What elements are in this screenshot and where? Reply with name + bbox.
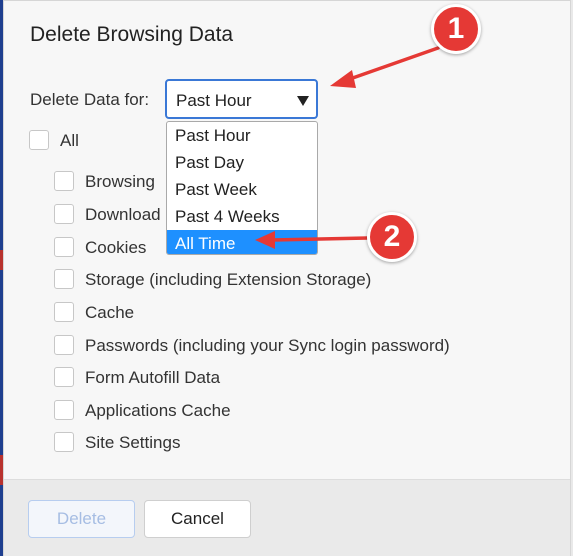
browsing-label: Browsing	[85, 172, 155, 191]
option-past-4-weeks[interactable]: Past 4 Weeks	[167, 203, 317, 230]
option-all-time[interactable]: All Time	[167, 230, 317, 254]
passwords-label: Passwords (including your Sync login pas…	[85, 336, 450, 355]
form-autofill-checkbox[interactable]	[54, 367, 74, 387]
browsing-checkbox[interactable]	[54, 171, 74, 191]
site-settings-label: Site Settings	[85, 433, 181, 452]
delete-button[interactable]: Delete	[28, 500, 135, 538]
delete-range-dropdown: Past Hour Past Day Past Week Past 4 Week…	[166, 121, 318, 255]
download-checkbox[interactable]	[54, 204, 74, 224]
dialog-footer: Delete Cancel	[4, 479, 570, 556]
download-label: Download	[85, 205, 161, 224]
cache-label: Cache	[85, 303, 135, 322]
cache-checkbox[interactable]	[54, 302, 74, 322]
annotation-badge-1: 1	[431, 4, 481, 54]
delete-range-value: Past Hour	[176, 91, 252, 110]
site-settings-checkbox[interactable]	[54, 432, 74, 452]
delete-range-select[interactable]: Past Hour	[165, 79, 318, 119]
caret-down-icon	[297, 96, 309, 106]
all-checkbox[interactable]	[29, 130, 49, 150]
delete-browsing-data-dialog: Delete Browsing Data Delete Data for: Pa…	[3, 0, 571, 556]
option-past-week[interactable]: Past Week	[167, 176, 317, 203]
storage-checkbox[interactable]	[54, 269, 74, 289]
cancel-button[interactable]: Cancel	[144, 500, 251, 538]
applications-cache-checkbox[interactable]	[54, 400, 74, 420]
delete-range-label: Delete Data for:	[30, 90, 150, 109]
annotation-badge-2: 2	[367, 212, 417, 262]
option-past-day[interactable]: Past Day	[167, 149, 317, 176]
applications-cache-label: Applications Cache	[85, 401, 231, 420]
form-autofill-label: Form Autofill Data	[85, 368, 221, 387]
storage-label: Storage (including Extension Storage)	[85, 270, 372, 289]
option-past-hour[interactable]: Past Hour	[167, 122, 317, 149]
all-label: All	[60, 131, 79, 150]
passwords-checkbox[interactable]	[54, 335, 74, 355]
cookies-label: Cookies	[85, 238, 147, 257]
dialog-title: Delete Browsing Data	[30, 23, 234, 46]
cookies-checkbox[interactable]	[54, 237, 74, 257]
